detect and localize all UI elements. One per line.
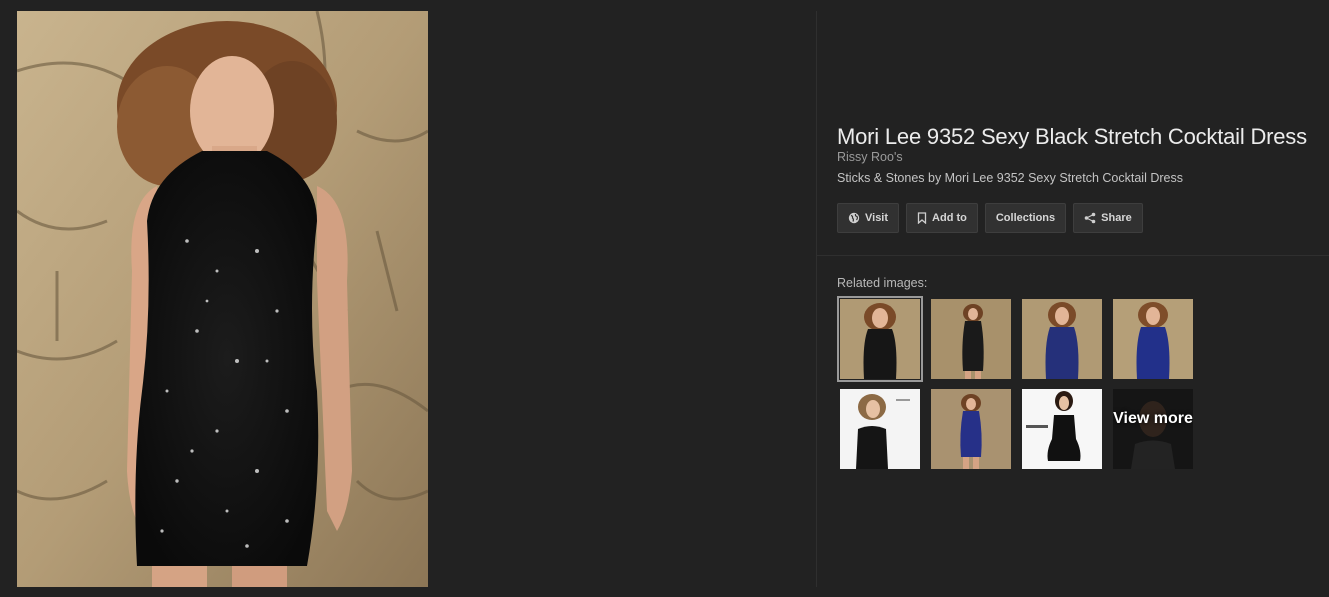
related-thumbnail[interactable] bbox=[1022, 299, 1102, 379]
collections-label: Collections bbox=[995, 212, 1056, 224]
related-thumbnail[interactable] bbox=[931, 299, 1011, 379]
related-thumbnail[interactable] bbox=[1113, 299, 1193, 379]
related-thumbnail[interactable] bbox=[931, 389, 1011, 469]
image-description: Sticks & Stones by Mori Lee 9352 Sexy St… bbox=[837, 171, 1183, 185]
collections-button[interactable]: Collections bbox=[984, 203, 1067, 233]
main-image[interactable] bbox=[17, 11, 428, 587]
view-more-label: View more bbox=[1113, 410, 1193, 427]
share-button[interactable]: Share bbox=[1073, 203, 1143, 233]
share-icon bbox=[1084, 212, 1096, 224]
add-to-label: Add to bbox=[932, 212, 967, 224]
add-to-button[interactable]: Add to bbox=[906, 203, 978, 233]
globe-icon bbox=[848, 212, 860, 224]
related-thumbnail[interactable] bbox=[840, 389, 920, 469]
image-title[interactable]: Mori Lee 9352 Sexy Black Stretch Cocktai… bbox=[837, 124, 1307, 150]
panel-divider bbox=[816, 11, 817, 587]
image-source[interactable]: Rissy Roo's bbox=[837, 150, 903, 164]
view-more-tile[interactable]: View more bbox=[1113, 389, 1193, 469]
visit-label: Visit bbox=[865, 212, 889, 224]
related-thumbnail[interactable] bbox=[837, 296, 923, 382]
section-divider bbox=[817, 255, 1329, 256]
bookmark-icon bbox=[917, 212, 927, 224]
share-label: Share bbox=[1101, 212, 1132, 224]
action-buttons: Visit Add to Collections Share bbox=[837, 203, 1143, 233]
related-images-label: Related images: bbox=[837, 276, 928, 290]
visit-button[interactable]: Visit bbox=[837, 203, 900, 233]
related-thumbnail[interactable] bbox=[1022, 389, 1102, 469]
